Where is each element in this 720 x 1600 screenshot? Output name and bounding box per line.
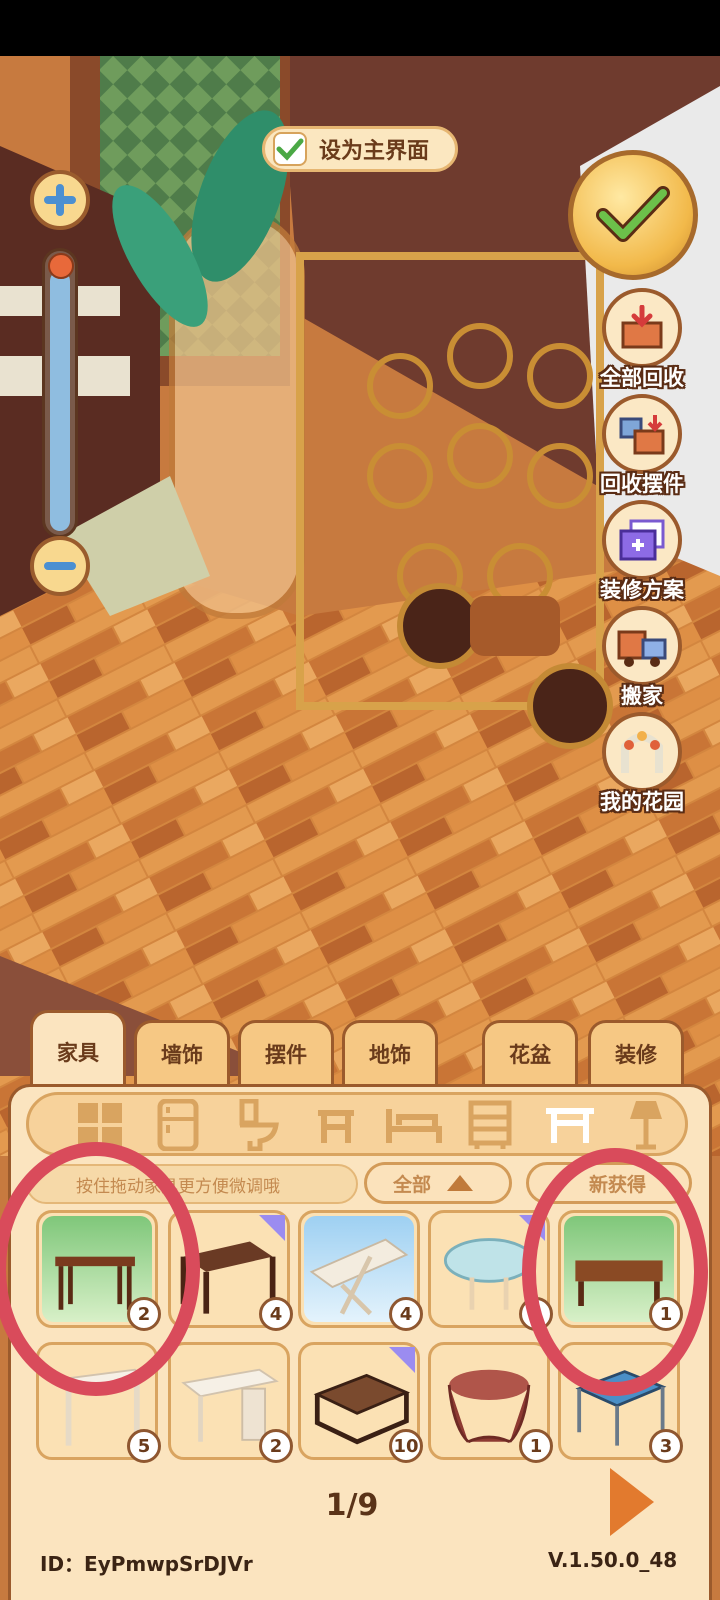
tab-label: 墙饰	[161, 1042, 203, 1067]
set-main-label: 设为主界面	[319, 139, 430, 164]
tab-ornaments[interactable]: 摆件	[238, 1020, 334, 1084]
item-count: 3	[649, 1429, 683, 1463]
table-icon[interactable]	[540, 1098, 600, 1152]
set-main-toggle[interactable]: 设为主界面	[262, 126, 458, 172]
new-badge	[389, 1347, 415, 1373]
tab-label: 装修	[615, 1042, 657, 1067]
player-id: ID：EyPmwpSrDJVr	[40, 1552, 253, 1576]
checkbox-icon	[273, 132, 307, 166]
renovation-plan-icon	[602, 500, 682, 580]
version-label: V.1.50.0_48	[548, 1548, 678, 1572]
scope-label: 全部	[393, 1173, 432, 1196]
renovation-plan-button[interactable]: 装修方案	[596, 500, 688, 604]
scope-dropdown[interactable]: 全部	[364, 1162, 512, 1204]
item-count: 4	[389, 1297, 423, 1331]
tab-flowerpots[interactable]: 花盆	[482, 1020, 578, 1084]
highlight-circle	[0, 1142, 200, 1396]
tab-label: 摆件	[265, 1042, 307, 1067]
toilet-icon[interactable]	[228, 1098, 288, 1152]
item-count: 1	[519, 1429, 553, 1463]
side-menu-label: 回收摆件	[600, 472, 684, 496]
cabinet-icon[interactable]	[460, 1098, 520, 1152]
plus-icon	[44, 184, 76, 216]
page-indicator: 1/9	[325, 1488, 379, 1523]
tab-label: 花盆	[509, 1042, 551, 1067]
stool-icon[interactable]	[306, 1098, 366, 1152]
furniture-item-round-cloth-table[interactable]: 1	[428, 1342, 553, 1463]
zoom-slider[interactable]	[42, 248, 78, 538]
tab-label: 家具	[57, 1040, 99, 1065]
my-garden-button[interactable]: 我的花园	[596, 712, 688, 816]
furniture-item-dark-coffee-table[interactable]: 10	[298, 1342, 423, 1463]
new-badge	[259, 1215, 285, 1241]
zoom-in-button[interactable]	[30, 170, 90, 230]
zoom-slider-handle[interactable]	[48, 253, 74, 279]
highlight-circle	[522, 1148, 708, 1396]
zoom-out-button[interactable]	[30, 536, 90, 596]
recycle-decor-button[interactable]: 回收摆件	[596, 394, 688, 498]
fridge-icon[interactable]	[148, 1098, 208, 1152]
triangle-up-icon	[447, 1175, 474, 1191]
tab-wall-decor[interactable]: 墙饰	[134, 1020, 230, 1084]
item-count: 10	[389, 1429, 423, 1463]
tab-furniture[interactable]: 家具	[30, 1010, 126, 1090]
tab-renovation[interactable]: 装修	[588, 1020, 684, 1084]
side-menu-label: 装修方案	[600, 578, 684, 602]
side-menu-label: 我的花园	[600, 790, 684, 814]
recycle-decor-icon	[602, 394, 682, 474]
item-count: 4	[259, 1297, 293, 1331]
tab-label: 地饰	[369, 1042, 411, 1067]
tab-floor-decor[interactable]: 地饰	[342, 1020, 438, 1084]
moving-button[interactable]: 搬家	[596, 606, 688, 710]
side-menu-label: 搬家	[621, 684, 663, 708]
side-menu-label: 全部回收	[600, 366, 684, 390]
confirm-button[interactable]	[568, 150, 698, 280]
bed-icon[interactable]	[384, 1098, 444, 1152]
next-page-button[interactable]	[610, 1468, 654, 1536]
garden-arch-icon	[602, 712, 682, 792]
recycle-all-button[interactable]: 全部回收	[596, 288, 688, 392]
minus-icon	[44, 562, 76, 570]
moving-truck-icon	[602, 606, 682, 686]
zoom-slider-fill	[50, 271, 70, 531]
recycle-all-icon	[602, 288, 682, 368]
item-count: 2	[259, 1429, 293, 1463]
item-count: 5	[127, 1429, 161, 1463]
furniture-item-white-trestle-table[interactable]: 4	[298, 1210, 423, 1331]
checkmark-icon	[596, 186, 670, 242]
lamp-icon[interactable]	[616, 1098, 676, 1152]
furniture-item-white-drawer-desk[interactable]: 2	[168, 1342, 293, 1463]
